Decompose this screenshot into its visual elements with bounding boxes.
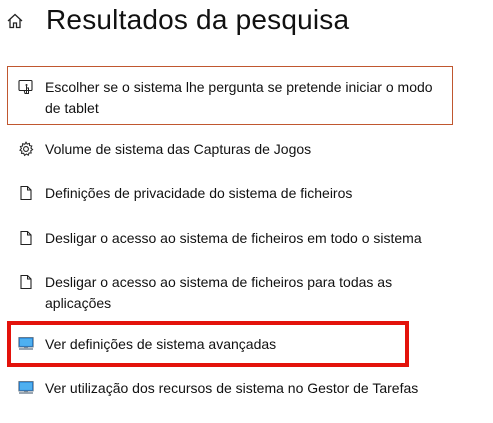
document-icon [18,230,34,246]
result-disable-filesystem-access-apps[interactable]: Desligar o acesso ao sistema de ficheiro… [14,272,444,316]
result-label: Escolher se o sistema lhe pergunta se pr… [45,79,433,116]
result-label: Ver definições de sistema avançadas [45,336,277,352]
result-filesystem-privacy[interactable]: Definições de privacidade do sistema de … [14,183,444,204]
result-game-captures-volume[interactable]: Volume de sistema das Capturas de Jogos [14,139,444,160]
result-advanced-system-settings[interactable]: Ver definições de sistema avançadas [14,334,444,355]
page-title: Resultados da pesquisa [46,4,350,35]
result-disable-filesystem-access-system[interactable]: Desligar o acesso ao sistema de ficheiro… [14,228,444,249]
gear-icon [18,141,34,157]
result-label: Definições de privacidade do sistema de … [45,185,353,201]
monitor-icon [18,380,34,396]
document-icon [18,274,34,290]
result-label: Ver utilização dos recursos de sistema n… [45,380,419,396]
result-tablet-mode[interactable]: Escolher se o sistema lhe pergunta se pr… [14,77,444,121]
result-label: Volume de sistema das Capturas de Jogos [45,141,312,157]
tablet-mode-icon [18,79,34,95]
document-icon [18,185,34,201]
header: Resultados da pesquisa [0,0,493,46]
result-label: Desligar o acesso ao sistema de ficheiro… [45,274,393,311]
result-task-manager-resources[interactable]: Ver utilização dos recursos de sistema n… [14,378,444,399]
search-results-page: Resultados da pesquisa Escolher se o sis… [0,0,493,423]
monitor-icon [18,336,34,352]
home-icon[interactable] [6,12,24,30]
result-label: Desligar o acesso ao sistema de ficheiro… [45,230,422,246]
